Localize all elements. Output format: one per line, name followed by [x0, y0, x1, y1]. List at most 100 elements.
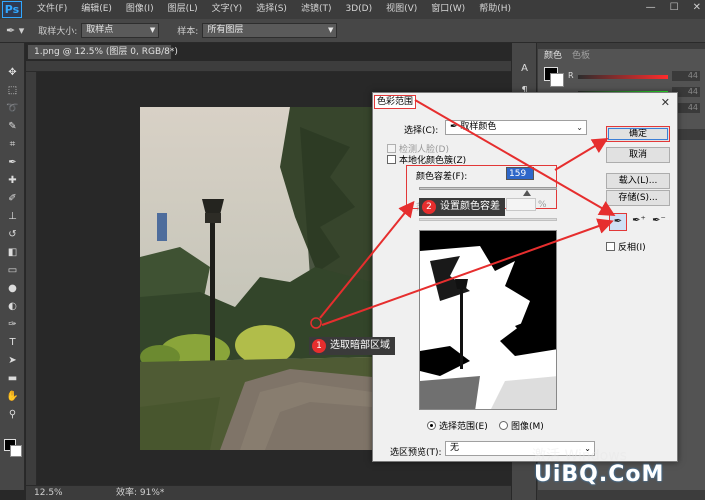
pen-tool-icon[interactable]: ✑: [0, 315, 25, 333]
red-slider-track[interactable]: [578, 75, 668, 79]
checkbox-icon: [387, 144, 396, 153]
checkbox-icon: [606, 242, 615, 251]
fuzziness-slider[interactable]: [419, 187, 557, 190]
invert-checkbox[interactable]: 反相(I): [606, 240, 646, 253]
minimize-button[interactable]: —: [646, 2, 656, 13]
menu-layer[interactable]: 图层(L): [161, 0, 205, 19]
quick-select-tool-icon[interactable]: ✎: [0, 117, 25, 135]
dodge-tool-icon[interactable]: ◐: [0, 297, 25, 315]
window-controls: — ☐ ✕: [646, 2, 701, 13]
step-1-badge: 1: [312, 339, 326, 353]
crop-tool-icon[interactable]: ⌗: [0, 135, 25, 153]
image-radio[interactable]: 图像(M): [499, 419, 544, 432]
zoom-level[interactable]: 12.5%: [34, 486, 63, 500]
subtract-from-sample-icon[interactable]: ✒⁻: [650, 213, 668, 231]
checkbox-icon: [387, 155, 396, 164]
radio-icon: [499, 421, 508, 430]
menu-window[interactable]: 窗口(W): [424, 0, 472, 19]
selection-preview[interactable]: [419, 230, 557, 410]
maximize-button[interactable]: ☐: [670, 2, 679, 13]
history-brush-tool-icon[interactable]: ↺: [0, 225, 25, 243]
path-select-tool-icon[interactable]: ➤: [0, 351, 25, 369]
zoom-tool-icon[interactable]: ⚲: [0, 405, 25, 423]
lasso-tool-icon[interactable]: ➰: [0, 99, 25, 117]
stamp-tool-icon[interactable]: ⊥: [0, 207, 25, 225]
selection-preview-label: 选区预览(T):: [390, 448, 442, 458]
efficiency-readout[interactable]: 效率: 91%*: [116, 486, 164, 500]
type-tool-icon[interactable]: T: [0, 333, 25, 351]
tab-color[interactable]: 颜色: [540, 49, 567, 63]
history-panel-icon[interactable]: A: [512, 57, 537, 79]
menu-select[interactable]: 选择(S): [249, 0, 294, 19]
close-icon[interactable]: ✕: [661, 96, 670, 109]
menu-type[interactable]: 文字(Y): [205, 0, 250, 19]
status-bar: 12.5% 效率: 91%*: [26, 485, 511, 500]
document-tab[interactable]: 1.png @ 12.5% (图层 0, RGB/8*): [27, 44, 178, 60]
marquee-tool-icon[interactable]: ⬚: [0, 81, 25, 99]
sample-size-label: 取样大小:: [38, 27, 78, 37]
eraser-tool-icon[interactable]: ◧: [0, 243, 25, 261]
color-range-dialog: 色彩范围 ✕ 选择(C): ✒ 取样颜色 ⌄ 检测人脸(D) 本地化颜色簇(Z)…: [372, 92, 678, 462]
sample-label: 样本:: [177, 27, 199, 37]
red-slider[interactable]: R 44: [568, 71, 703, 81]
save-button[interactable]: 存储(S)...: [606, 190, 670, 206]
horizontal-ruler: [26, 61, 511, 72]
add-to-sample-icon[interactable]: ✒⁺: [630, 213, 648, 231]
cancel-button[interactable]: 取消: [606, 147, 670, 163]
selection-radio[interactable]: 选择范围(E): [427, 419, 488, 432]
menu-bar: Ps 文件(F) 编辑(E) 图像(I) 图层(L) 文字(Y) 选择(S) 滤…: [0, 0, 705, 19]
sample-select[interactable]: 所有图层 ▼: [202, 23, 338, 38]
red-value[interactable]: 44: [672, 71, 700, 81]
load-button[interactable]: 载入(L)...: [606, 173, 670, 189]
step-2-badge: 2: [422, 200, 436, 214]
range-input[interactable]: [506, 198, 536, 211]
background-color[interactable]: [10, 445, 22, 457]
menu-view[interactable]: 视图(V): [379, 0, 424, 19]
eyedropper-icon: ✒: [450, 122, 461, 132]
select-dropdown[interactable]: ✒ 取样颜色 ⌄: [445, 120, 587, 135]
background-color[interactable]: [550, 73, 564, 87]
document-photo[interactable]: [140, 107, 372, 450]
menu-help[interactable]: 帮助(H): [472, 0, 518, 19]
eyedropper-icon[interactable]: ✒: [609, 213, 627, 231]
fuzziness-slider-thumb[interactable]: [523, 190, 531, 196]
gradient-tool-icon[interactable]: ▭: [0, 261, 25, 279]
brush-tool-icon[interactable]: ✐: [0, 189, 25, 207]
menu-file[interactable]: 文件(F): [30, 0, 74, 19]
move-tool-icon[interactable]: ✥: [0, 63, 25, 81]
tools-panel: ✥ ⬚ ➰ ✎ ⌗ ✒ ✚ ✐ ⊥ ↺ ◧ ▭ ● ◐ ✑ T ➤ ▬ ✋ ⚲: [0, 43, 25, 490]
fuzziness-label: 颜色容差(F):: [416, 172, 468, 182]
chevron-down-icon: ▼: [327, 26, 334, 34]
dialog-title: 色彩范围: [374, 95, 417, 109]
shape-tool-icon[interactable]: ▬: [0, 369, 25, 387]
step-1-callout: 1 选取暗部区域: [309, 337, 395, 355]
photoshop-logo: Ps: [2, 1, 22, 18]
mask-preview-image: [420, 231, 556, 409]
healing-tool-icon[interactable]: ✚: [0, 171, 25, 189]
range-unit: %: [538, 200, 547, 210]
selected-layer-row[interactable]: [157, 213, 167, 241]
ok-button[interactable]: 确定: [606, 126, 670, 142]
tab-swatches[interactable]: 色板: [568, 49, 594, 63]
site-logo: UiBQ.CoM: [534, 462, 665, 487]
options-bar: ✒ ▾ 取样大小: 取样点 ▼ 样本: 所有图层 ▼: [0, 19, 705, 43]
eyedropper-tool-icon[interactable]: ✒ ▾: [6, 24, 24, 37]
menu-edit[interactable]: 编辑(E): [74, 0, 119, 19]
eyedropper-tool-icon[interactable]: ✒: [0, 153, 25, 171]
menu-3d[interactable]: 3D(D): [338, 0, 379, 19]
vertical-ruler: [26, 72, 37, 485]
fuzziness-input[interactable]: 159: [506, 167, 534, 180]
close-button[interactable]: ✕: [693, 2, 701, 13]
color-swatches[interactable]: [4, 439, 22, 457]
range-slider[interactable]: [419, 218, 557, 221]
blur-tool-icon[interactable]: ●: [0, 279, 25, 297]
radio-icon: [427, 421, 436, 430]
sample-size-select[interactable]: 取样点 ▼: [81, 23, 160, 38]
menu-items: 文件(F) 编辑(E) 图像(I) 图层(L) 文字(Y) 选择(S) 滤镜(T…: [30, 0, 518, 19]
menu-image[interactable]: 图像(I): [119, 0, 161, 19]
step-2-callout: 2 设置颜色容差: [419, 198, 505, 216]
select-label: 选择(C):: [404, 126, 439, 136]
menu-filter[interactable]: 滤镜(T): [294, 0, 339, 19]
chevron-down-icon: ▼: [149, 26, 156, 34]
hand-tool-icon[interactable]: ✋: [0, 387, 25, 405]
